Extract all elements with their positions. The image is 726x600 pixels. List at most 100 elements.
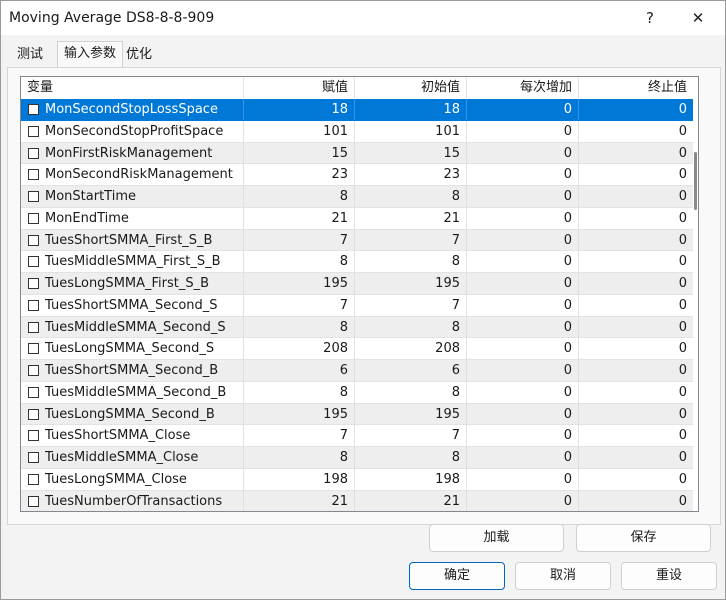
ok-button[interactable]: 确定 [409, 562, 505, 590]
row-checkbox[interactable] [28, 495, 39, 507]
row-checkbox[interactable] [28, 125, 39, 137]
stop-cell[interactable]: 0 [579, 469, 693, 490]
column-header-variable[interactable]: 变量 [21, 77, 244, 99]
start-cell[interactable]: 198 [355, 468, 467, 490]
row-checkbox[interactable] [28, 234, 39, 246]
step-cell[interactable]: 0 [467, 164, 579, 186]
row-checkbox[interactable] [28, 365, 39, 376]
value-cell[interactable]: 101 [244, 120, 355, 142]
value-cell[interactable]: 8 [244, 251, 355, 273]
row-checkbox[interactable] [28, 104, 39, 115]
value-cell[interactable]: 15 [244, 142, 355, 164]
value-cell[interactable]: 6 [244, 360, 355, 381]
step-cell[interactable]: 0 [467, 186, 579, 207]
stop-cell[interactable]: 0 [579, 164, 693, 185]
step-cell[interactable]: 0 [467, 468, 579, 490]
start-cell[interactable]: 195 [355, 273, 467, 294]
save-button[interactable]: 保存 [576, 524, 711, 552]
table-row[interactable]: MonSecondStopLossSpace 18 18 0 0 [21, 99, 693, 121]
table-row[interactable]: TuesMiddleSMMA_Second_B 8 8 0 0 [21, 381, 693, 404]
column-header-start[interactable]: 初始值 [355, 77, 467, 99]
value-cell[interactable]: 8 [244, 186, 355, 207]
step-cell[interactable]: 0 [467, 207, 579, 229]
table-row[interactable]: MonStartTime 8 8 0 0 [21, 186, 693, 208]
stop-cell[interactable]: 0 [579, 143, 693, 164]
start-cell[interactable]: 18 [355, 99, 467, 120]
table-row[interactable]: TuesMiddleSMMA_Second_S 8 8 0 0 [21, 316, 693, 339]
start-cell[interactable]: 7 [355, 229, 467, 251]
start-cell[interactable]: 23 [355, 164, 467, 186]
step-cell[interactable]: 0 [467, 425, 579, 447]
start-cell[interactable]: 208 [355, 338, 467, 360]
stop-cell[interactable]: 0 [579, 382, 693, 403]
step-cell[interactable]: 0 [467, 338, 579, 360]
column-header-stop[interactable]: 终止值 [579, 77, 693, 99]
row-checkbox[interactable] [28, 343, 39, 355]
column-header-value[interactable]: 赋值 [244, 77, 355, 99]
row-checkbox[interactable] [28, 299, 39, 311]
value-cell[interactable]: 18 [244, 99, 355, 120]
stop-cell[interactable]: 0 [579, 295, 693, 316]
stop-cell[interactable]: 0 [579, 208, 693, 229]
stop-cell[interactable]: 0 [579, 425, 693, 446]
start-cell[interactable]: 195 [355, 403, 467, 425]
load-button[interactable]: 加载 [429, 524, 564, 552]
tab-input-params[interactable]: 输入参数 [57, 41, 124, 68]
table-row[interactable]: TuesShortSMMA_Close 7 7 0 0 [21, 425, 693, 447]
value-cell[interactable]: 8 [244, 316, 355, 338]
step-cell[interactable]: 0 [467, 120, 579, 142]
stop-cell[interactable]: 0 [579, 338, 693, 359]
table-row[interactable]: TuesShortSMMA_First_S_B 7 7 0 0 [21, 229, 693, 252]
start-cell[interactable]: 21 [355, 207, 467, 229]
start-cell[interactable]: 7 [355, 425, 467, 447]
step-cell[interactable]: 0 [467, 294, 579, 316]
row-checkbox[interactable] [28, 386, 39, 398]
value-cell[interactable]: 21 [244, 207, 355, 229]
row-checkbox[interactable] [28, 321, 39, 333]
row-checkbox[interactable] [28, 256, 39, 268]
table-row[interactable]: TuesLongSMMA_Second_B 195 195 0 0 [21, 403, 693, 426]
value-cell[interactable]: 7 [244, 229, 355, 251]
start-cell[interactable]: 101 [355, 120, 467, 142]
row-checkbox[interactable] [28, 473, 39, 485]
value-cell[interactable]: 21 [244, 490, 355, 511]
table-row[interactable]: MonFirstRiskManagement 15 15 0 0 [21, 142, 693, 165]
row-checkbox[interactable] [28, 169, 39, 181]
stop-cell[interactable]: 0 [579, 121, 693, 142]
start-cell[interactable]: 8 [355, 447, 467, 468]
step-cell[interactable]: 0 [467, 273, 579, 294]
row-checkbox[interactable] [28, 452, 39, 463]
value-cell[interactable]: 8 [244, 381, 355, 403]
stop-cell[interactable]: 0 [579, 251, 693, 272]
table-row[interactable]: TuesLongSMMA_Close 198 198 0 0 [21, 468, 693, 491]
cancel-button[interactable]: 取消 [515, 562, 611, 590]
table-row[interactable]: TuesLongSMMA_Second_S 208 208 0 0 [21, 338, 693, 360]
value-cell[interactable]: 8 [244, 447, 355, 468]
table-row[interactable]: TuesNumberOfTransactions 21 21 0 0 [21, 490, 693, 512]
value-cell[interactable]: 195 [244, 273, 355, 294]
scrollbar-thumb[interactable] [694, 152, 697, 210]
tab-optimize[interactable]: 优化 [120, 43, 158, 67]
start-cell[interactable]: 21 [355, 490, 467, 511]
table-row[interactable]: TuesMiddleSMMA_First_S_B 8 8 0 0 [21, 251, 693, 273]
stop-cell[interactable]: 0 [579, 491, 693, 512]
step-cell[interactable]: 0 [467, 381, 579, 403]
stop-cell[interactable]: 0 [579, 404, 693, 425]
tab-test[interactable]: 测试 [11, 43, 49, 67]
start-cell[interactable]: 8 [355, 316, 467, 338]
start-cell[interactable]: 15 [355, 142, 467, 164]
row-checkbox[interactable] [28, 278, 39, 289]
table-row[interactable]: MonSecondStopProfitSpace 101 101 0 0 [21, 120, 693, 143]
step-cell[interactable]: 0 [467, 490, 579, 511]
vertical-scrollbar[interactable] [693, 77, 698, 511]
value-cell[interactable]: 23 [244, 164, 355, 186]
column-header-step[interactable]: 每次增加 [467, 77, 579, 99]
step-cell[interactable]: 0 [467, 447, 579, 468]
table-row[interactable]: TuesLongSMMA_First_S_B 195 195 0 0 [21, 273, 693, 295]
stop-cell[interactable]: 0 [579, 186, 693, 207]
step-cell[interactable]: 0 [467, 316, 579, 338]
stop-cell[interactable]: 0 [579, 360, 693, 381]
row-checkbox[interactable] [28, 147, 39, 159]
table-row[interactable]: TuesShortSMMA_Second_S 7 7 0 0 [21, 294, 693, 317]
start-cell[interactable]: 7 [355, 294, 467, 316]
